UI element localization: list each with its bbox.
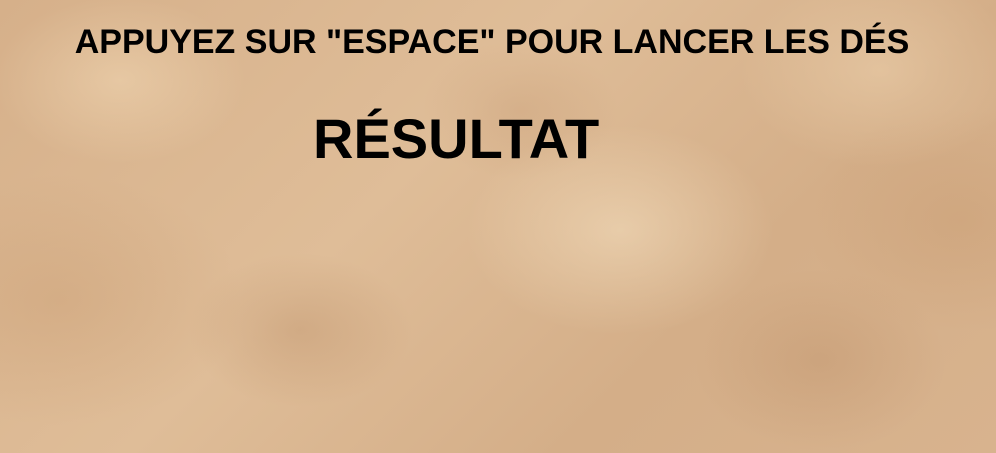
result-title: RÉSULTAT <box>313 107 600 170</box>
roll-instruction: APPUYEZ SUR "ESPACE" POUR LANCER LES DÉS <box>74 23 910 61</box>
game-screen[interactable]: { "game": { "instruction": "APPUYEZ SUR … <box>0 0 996 453</box>
dice-result-area <box>40 185 956 425</box>
